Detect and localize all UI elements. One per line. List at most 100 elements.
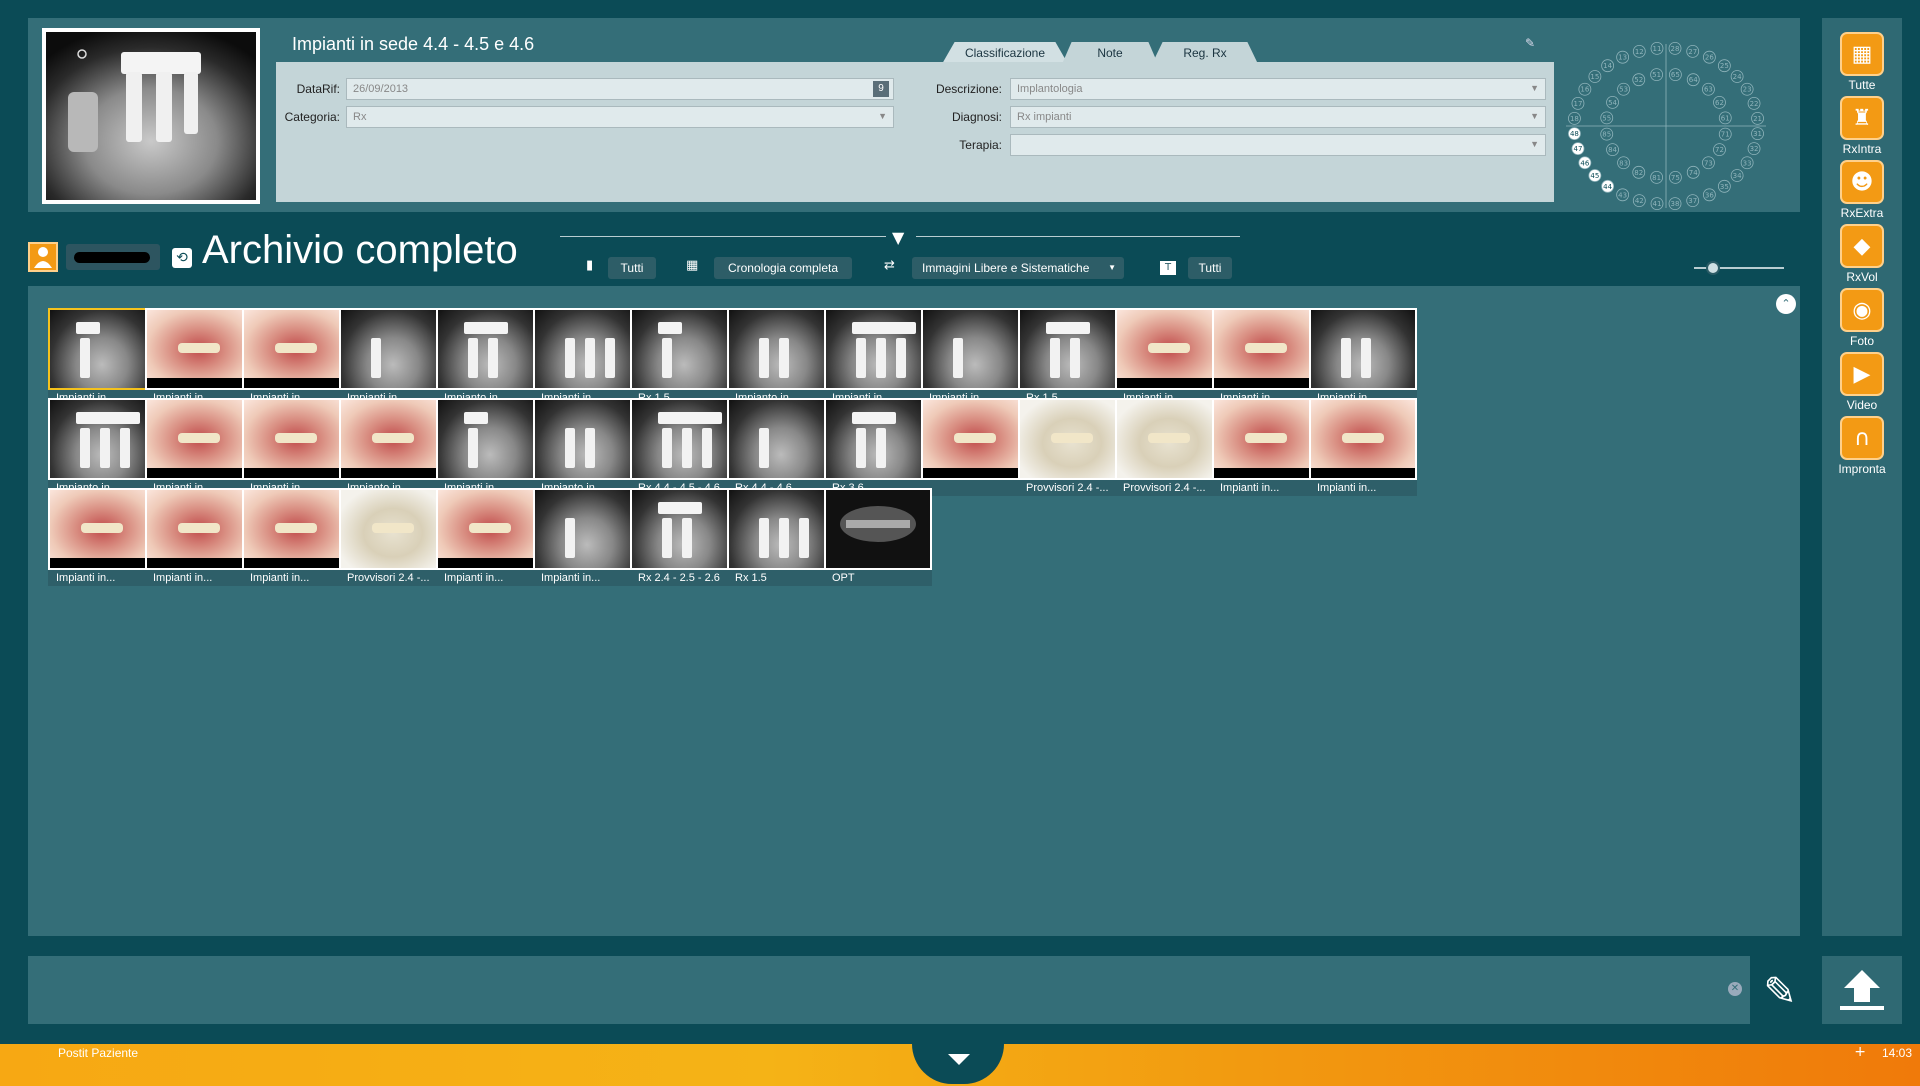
tooth-28[interactable]: 28 — [1668, 41, 1682, 55]
thumbnail-item[interactable]: Impianti in... — [145, 308, 253, 406]
tooth-45[interactable]: 45 — [1588, 169, 1602, 182]
thumbnail-item[interactable]: Rx 1.5 — [727, 488, 835, 586]
thumbnail-item[interactable]: Impianti in... — [824, 308, 932, 406]
tooth-31[interactable]: 31 — [1751, 127, 1764, 141]
thumbnail-item[interactable]: Impianto in... — [339, 398, 447, 496]
patient-icon[interactable] — [28, 242, 58, 272]
thumbnail-item[interactable]: Impianti in... — [1115, 308, 1223, 406]
thumbnail-size-slider-handle[interactable] — [1706, 261, 1720, 275]
tooth-27[interactable]: 27 — [1686, 44, 1700, 58]
thumbnail-item[interactable]: Impianti in... — [436, 488, 544, 586]
tooth-82[interactable]: 82 — [1632, 165, 1646, 179]
tooth-54[interactable]: 54 — [1606, 95, 1619, 109]
thumbnail-item[interactable]: OPT — [824, 488, 932, 586]
thumbnail-item[interactable]: Impianto in... — [727, 308, 835, 406]
tooth-32[interactable]: 32 — [1747, 142, 1761, 156]
edit-record-icon[interactable]: ✎ — [1525, 36, 1535, 50]
tooth-41[interactable]: 41 — [1650, 197, 1664, 211]
tooth-33[interactable]: 33 — [1740, 156, 1754, 170]
thumbnail-item[interactable]: Provvisori 2.4 -... — [339, 488, 447, 586]
rail-button-foto[interactable]: ◉ Foto — [1822, 282, 1902, 356]
tab-note[interactable]: Note — [1062, 42, 1158, 64]
thumbnail-item[interactable]: Rx 3.6 — [824, 398, 932, 496]
patient-name-redacted[interactable] — [66, 244, 160, 270]
rail-button-rxvol[interactable]: ◆ RxVol — [1822, 218, 1902, 292]
tooth-43[interactable]: 43 — [1616, 188, 1630, 202]
rail-button-video[interactable]: ▶ Video — [1822, 346, 1902, 420]
tooth-85[interactable]: 85 — [1600, 127, 1614, 141]
tooth-15[interactable]: 15 — [1588, 70, 1602, 83]
thumbnail-item[interactable]: Impianti in... — [1309, 398, 1417, 496]
tooth-44[interactable]: 44 — [1601, 179, 1615, 193]
tooth-84[interactable]: 84 — [1606, 143, 1619, 157]
tooth-23[interactable]: 23 — [1740, 82, 1754, 96]
thumbnail-item[interactable]: Rx 4.4 - 4.6 — [727, 398, 835, 496]
tooth-chart[interactable]: 18 17 1615 14 13 12 11 21 22 2324 25 26 27 28 48 47 4645… — [1556, 38, 1776, 214]
tooth-65[interactable]: 65 — [1668, 68, 1682, 82]
thumbnail-item[interactable]: Impianto in... — [533, 398, 641, 496]
tooth-16[interactable]: 16 — [1578, 82, 1592, 96]
rail-button-rxextra[interactable]: ☻ RxExtra — [1822, 154, 1902, 228]
thumbnail-item[interactable]: Rx 2.4 - 2.5 - 2.6 — [630, 488, 738, 586]
tooth-48[interactable]: 48 — [1568, 127, 1581, 141]
tooth-61[interactable]: 61 — [1718, 111, 1732, 125]
text-filter-button[interactable]: Tutti — [1188, 257, 1232, 279]
tooth-74[interactable]: 74 — [1686, 165, 1700, 179]
thumbnail-item[interactable]: Impianti in... — [436, 398, 544, 496]
thumbnail-item[interactable]: Impianto in... — [48, 398, 156, 496]
tooth-83[interactable]: 83 — [1617, 156, 1630, 170]
tooth-36[interactable]: 36 — [1702, 188, 1716, 202]
thumbnail-item[interactable]: Impianti in... — [1309, 308, 1417, 406]
pencil-icon[interactable]: ✎ — [1754, 966, 1806, 1018]
descrizione-select[interactable]: Implantologia ▼ — [1010, 78, 1546, 100]
thumbnail-item[interactable]: Provvisori 2.4 -... — [1018, 398, 1126, 496]
tooth-11[interactable]: 11 — [1650, 41, 1664, 55]
tooth-34[interactable]: 34 — [1730, 169, 1744, 182]
tooth-35[interactable]: 35 — [1717, 179, 1731, 193]
thumbnail-item[interactable]: Impianti in... — [145, 488, 253, 586]
thumbnail-item[interactable]: Rx 4.4 - 4.5 - 4.6 — [630, 398, 738, 496]
thumbnail-item[interactable]: Impianti in... — [921, 308, 1029, 406]
tooth-75[interactable]: 75 — [1668, 170, 1682, 184]
refresh-icon[interactable]: ⟲ — [172, 248, 192, 268]
collapse-icon[interactable]: ⌃ — [1776, 294, 1796, 314]
clear-icon[interactable]: ✕ — [1728, 982, 1742, 996]
thumbnail-item[interactable]: Impianti in... — [533, 488, 641, 586]
chronology-filter-button[interactable]: Cronologia completa — [714, 257, 852, 279]
tooth-63[interactable]: 63 — [1702, 82, 1715, 96]
diagnosi-select[interactable]: Rx impianti ▼ — [1010, 106, 1546, 128]
tooth-13[interactable]: 13 — [1616, 50, 1630, 64]
tooth-51[interactable]: 51 — [1650, 68, 1664, 82]
thumbnail-item[interactable]: Impianti in... — [48, 308, 156, 406]
rail-button-rxintra[interactable]: ♜ RxIntra — [1822, 90, 1902, 164]
image-type-filter-select[interactable]: Immagini Libere e Sistematiche ▼ — [912, 257, 1124, 279]
postit-patient-link[interactable]: Postit Paziente — [58, 1046, 138, 1060]
plus-icon[interactable]: + — [1854, 1044, 1866, 1060]
thumbnail-item[interactable]: Impianti in... — [339, 308, 447, 406]
tooth-24[interactable]: 24 — [1730, 70, 1744, 83]
tooth-26[interactable]: 26 — [1702, 50, 1716, 64]
thumbnail-item[interactable]: Impianti in... — [145, 398, 253, 496]
datarif-field[interactable]: 26/09/2013 9 — [346, 78, 894, 100]
thumbnail-item[interactable]: Impianto in... — [436, 308, 544, 406]
rail-button-impronta[interactable]: ∩ Impronta — [1822, 410, 1902, 484]
terapia-select[interactable]: ▼ — [1010, 134, 1546, 156]
tooth-72[interactable]: 72 — [1713, 143, 1726, 157]
tooth-38[interactable]: 38 — [1668, 197, 1682, 211]
tooth-18[interactable]: 18 — [1568, 111, 1581, 125]
thumbnail-item[interactable]: Rx 1.5 — [630, 308, 738, 406]
tooth-73[interactable]: 73 — [1702, 156, 1715, 170]
rail-button-tutte[interactable]: ▦ Tutte — [1822, 26, 1902, 100]
tooth-12[interactable]: 12 — [1632, 44, 1646, 58]
tooth-46[interactable]: 46 — [1578, 156, 1592, 170]
teeth-filter-button[interactable]: Tutti — [608, 257, 656, 279]
tooth-47[interactable]: 47 — [1571, 142, 1585, 156]
selected-image-preview[interactable] — [42, 28, 260, 204]
tooth-37[interactable]: 37 — [1686, 194, 1700, 208]
tab-classificazione[interactable]: Classificazione — [942, 42, 1068, 64]
thumbnail-item[interactable] — [921, 398, 1029, 496]
thumbnail-item[interactable]: Impianti in... — [242, 488, 350, 586]
tooth-64[interactable]: 64 — [1686, 73, 1700, 87]
thumbnail-item[interactable]: Impianti in... — [48, 488, 156, 586]
thumbnail-item[interactable]: Impianti in... — [1212, 398, 1320, 496]
